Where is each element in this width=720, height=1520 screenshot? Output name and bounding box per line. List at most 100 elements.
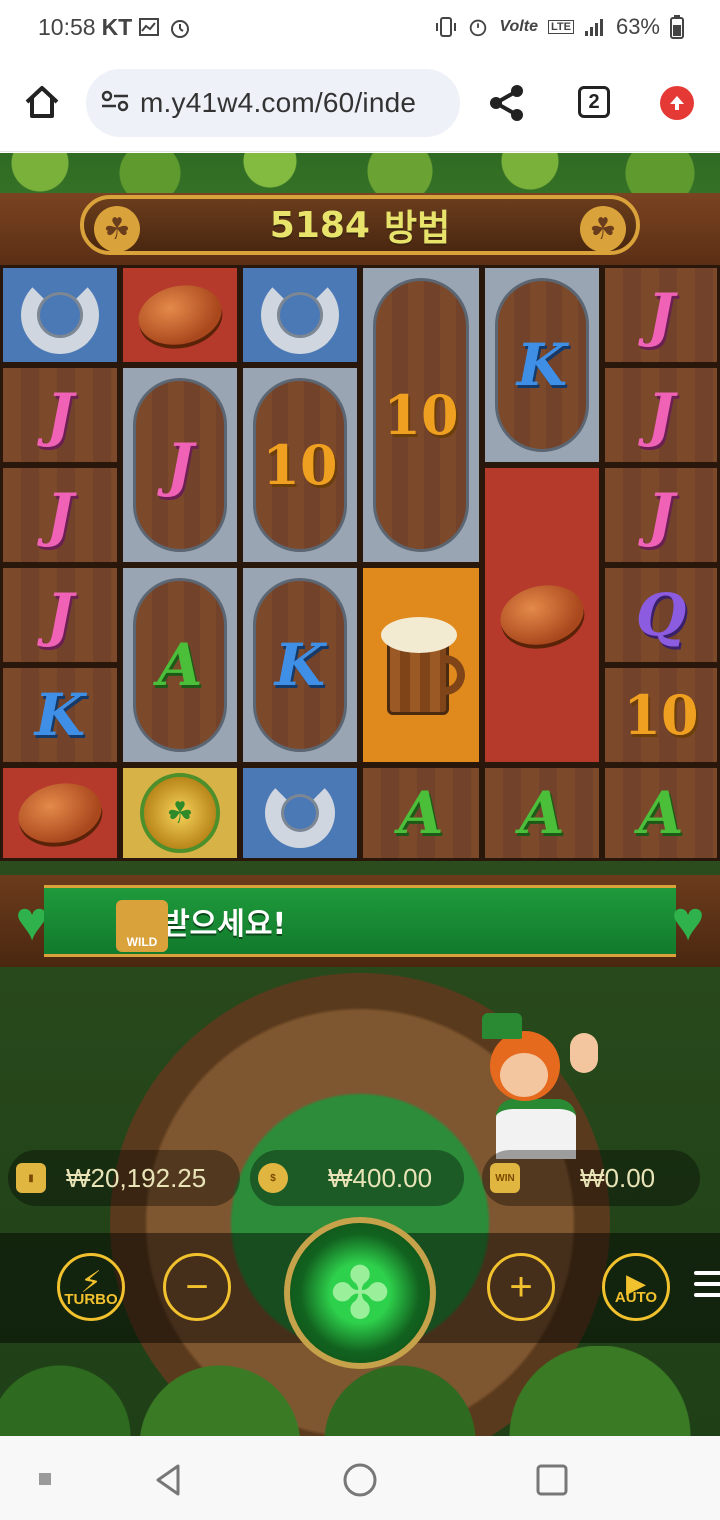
square-dot-icon [39,1473,51,1485]
bet-value: ₩400.00 [328,1162,433,1193]
symbol-j: J [602,465,720,565]
symbol-j-label: J [647,281,675,349]
symbol-horseshoe [240,765,360,861]
win-icon: WIN [490,1163,520,1193]
symbol-j: J [0,465,120,565]
symbol-a-label: A [638,779,684,847]
signal-icon [584,17,606,37]
symbol-a: A [602,765,720,861]
symbol-bread [120,265,240,365]
symbol-horseshoe [0,265,120,365]
message-bar: ♥ WILD 을 받으세요! ♥ [0,875,720,967]
symbol-q-label: Q [635,581,687,649]
symbol-j-label: J [46,581,74,649]
symbol-j: J [0,365,120,465]
carrier-label: KT [101,14,133,40]
increase-bet-button[interactable]: + [487,1253,555,1321]
symbol-k-label: K [274,631,326,699]
symbol-a-label: A [519,779,565,847]
symbol-q: Q [602,565,720,665]
update-button[interactable] [660,86,694,120]
symbol-10: 10 [360,265,482,565]
clover-icon: ☘ [580,206,626,252]
volte-label: Volte [499,18,538,35]
tab-switcher-button[interactable]: 2 [578,86,610,118]
symbol-a-label: A [157,631,203,699]
turbo-button[interactable]: ⚡ TURBO [57,1253,125,1321]
balance-display: ▮ ₩20,192.25 [8,1150,240,1206]
coin-stack-icon: $ [258,1163,288,1193]
back-button[interactable] [150,1462,186,1498]
symbol-j-label: J [166,431,194,499]
horseshoe-icon [21,276,99,354]
address-bar[interactable]: m.y41w4.com/60/inde [86,69,460,137]
symbol-10-label: 10 [383,383,459,447]
home-circle-icon [343,1463,377,1497]
recents-button[interactable] [534,1462,570,1498]
reel-grid: J J J K J A ☘ 10 K 10 A K A J J J Q 10 A [0,265,720,861]
share-button[interactable] [486,82,528,124]
home-nav-button[interactable] [342,1462,378,1498]
decrease-bet-button[interactable]: − [163,1253,231,1321]
browser-toolbar: m.y41w4.com/60/inde 2 [0,58,720,152]
symbol-k-label: K [516,331,568,399]
symbol-10: 10 [240,365,360,565]
symbol-bread [482,465,602,765]
symbol-j-label: J [647,481,675,549]
clover-icon: ☘ [94,206,140,252]
symbol-k-label: K [34,681,86,749]
win-value: ₩0.00 [580,1162,656,1193]
symbol-10-label: 10 [623,683,699,747]
symbol-j-label: J [647,381,675,449]
auto-label: AUTO [614,1288,658,1306]
keyboard-toggle-button[interactable] [38,1472,52,1486]
status-bar: 10:58 KT Volte LTE 63% [0,0,720,58]
symbol-j-label: J [46,481,74,549]
symbol-mug [360,565,482,765]
clock: 10:58 [38,14,96,40]
leprechaun-character [470,1013,600,1163]
symbol-pot-of-gold: ☘ [120,765,240,861]
bread-icon [494,577,590,653]
heart-leaf-icon: ♥ [671,889,705,952]
site-settings-icon[interactable] [100,89,130,118]
pot-of-gold-icon: ☘ [140,773,220,853]
symbol-j: J [0,565,120,665]
alarm-icon [467,16,489,38]
lte-label: LTE [547,20,574,34]
menu-button[interactable] [694,1271,720,1299]
horseshoe-icon [265,778,335,848]
minus-icon: − [185,1265,209,1309]
foreground-bushes [0,1346,720,1436]
symbol-j: J [602,365,720,465]
bread-icon [12,775,108,851]
ways-banner: ☘ 5184 방법 ☘ [80,195,640,255]
slot-game[interactable]: ☘ 5184 방법 ☘ J J J K J A ☘ 10 K 10 A K A [0,153,720,1436]
balance-value: ₩20,192.25 [66,1162,207,1193]
share-icon [490,85,523,121]
bet-display: $ ₩400.00 [250,1150,464,1206]
symbol-k: K [0,665,120,765]
symbol-j: J [120,365,240,565]
symbol-a: A [360,765,482,861]
battery-percent: 63% [615,14,660,39]
symbol-a: A [482,765,602,861]
horseshoe-icon [261,276,339,354]
home-button[interactable] [22,82,62,122]
symbol-a-label: A [398,779,444,847]
autoplay-button[interactable]: ▶ AUTO [602,1253,670,1321]
ways-count: 5184 [269,204,370,246]
symbol-k: K [482,265,602,465]
symbol-10-label: 10 [262,433,338,497]
battery-icon [670,15,684,39]
symbol-horseshoe [240,265,360,365]
home-icon [25,86,59,118]
turbo-label: TURBO [64,1290,118,1308]
symbol-10: 10 [602,665,720,765]
bread-icon [132,277,228,353]
info-bar: ▮ ₩20,192.25 $ ₩400.00 WIN ₩0.00 [0,1150,720,1206]
win-display: WIN ₩0.00 [482,1150,700,1206]
vibrate-icon [435,15,457,39]
symbol-bread [0,765,120,861]
wild-badge: WILD [116,900,168,952]
